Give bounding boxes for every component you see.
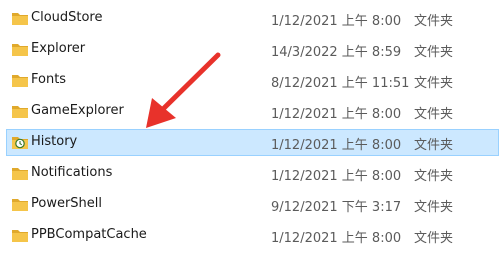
file-name: PowerShell [31, 196, 103, 211]
file-date-modified: 1/12/2021 上午 8:00 [271, 169, 402, 184]
file-row-ppbcompatcache[interactable]: PPBCompatCache 1/12/2021 上午 8:00 文件夹 [6, 222, 499, 249]
file-row-fonts[interactable]: Fonts 8/12/2021 上午 11:51 文件夹 [6, 67, 499, 94]
file-name: CloudStore [31, 10, 103, 25]
folder-icon [11, 196, 29, 212]
file-type: 文件夹 [414, 138, 454, 153]
folder-icon [11, 103, 29, 119]
folder-icon [11, 72, 29, 88]
file-row-notifications[interactable]: Notifications 1/12/2021 上午 8:00 文件夹 [6, 160, 499, 187]
file-row-gameexplorer[interactable]: GameExplorer 1/12/2021 上午 8:00 文件夹 [6, 98, 499, 125]
file-type: 文件夹 [414, 200, 454, 215]
file-name: GameExplorer [31, 103, 124, 118]
file-row-powershell[interactable]: PowerShell 9/12/2021 下午 3:17 文件夹 [6, 191, 499, 218]
file-date-modified: 1/12/2021 上午 8:00 [271, 107, 402, 122]
file-name: Explorer [31, 41, 86, 56]
file-date-modified: 9/12/2021 下午 3:17 [271, 200, 402, 215]
file-row-explorer[interactable]: Explorer 14/3/2022 上午 8:59 文件夹 [6, 36, 499, 63]
file-name: Notifications [31, 165, 113, 180]
folder-icon [11, 10, 29, 26]
file-date-modified: 8/12/2021 上午 11:51 [271, 76, 410, 91]
folder-icon [11, 41, 29, 57]
file-type: 文件夹 [414, 76, 454, 91]
file-date-modified: 1/12/2021 上午 8:00 [271, 138, 402, 153]
file-date-modified: 1/12/2021 上午 8:00 [271, 231, 402, 246]
file-type: 文件夹 [414, 231, 454, 246]
file-type: 文件夹 [414, 45, 454, 60]
file-row-cloudstore[interactable]: CloudStore 1/12/2021 上午 8:00 文件夹 [6, 5, 499, 32]
file-name: Fonts [31, 72, 67, 87]
file-date-modified: 1/12/2021 上午 8:00 [271, 14, 402, 29]
file-row-history[interactable]: History 1/12/2021 上午 8:00 文件夹 [6, 129, 499, 156]
file-type: 文件夹 [414, 169, 454, 184]
folder-icon [11, 227, 29, 243]
history-folder-icon [11, 134, 29, 150]
file-type: 文件夹 [414, 14, 454, 29]
folder-icon [11, 165, 29, 181]
file-list: CloudStore 1/12/2021 上午 8:00 文件夹 Explore… [0, 0, 500, 256]
file-name: History [31, 134, 78, 149]
file-name: PPBCompatCache [31, 227, 147, 242]
file-date-modified: 14/3/2022 上午 8:59 [271, 45, 402, 60]
file-type: 文件夹 [414, 107, 454, 122]
